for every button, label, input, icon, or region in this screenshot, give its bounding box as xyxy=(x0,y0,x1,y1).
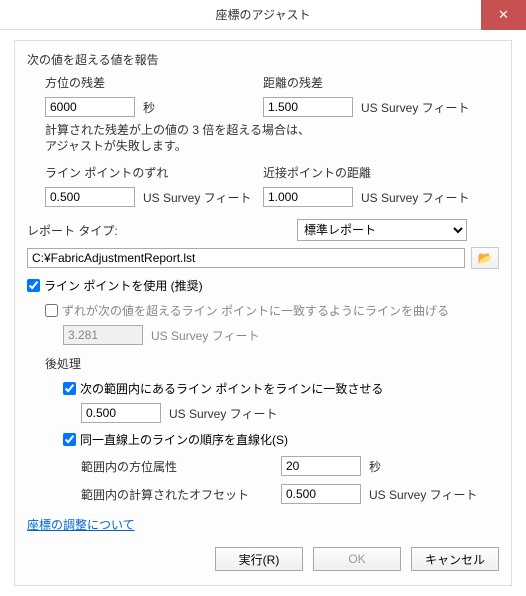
bend-lines-row[interactable]: ずれが次の値を超えるライン ポイントに一致するようにラインを曲げる xyxy=(45,302,499,319)
snap-line-points-row[interactable]: 次の範囲内にあるライン ポイントをラインに一致させる xyxy=(63,380,499,397)
titlebar: 座標のアジャスト ✕ xyxy=(0,0,526,30)
window-title: 座標のアジャスト xyxy=(216,6,311,23)
post-processing-label: 後処理 xyxy=(45,355,499,372)
bearing-residual-label: 方位の残差 xyxy=(45,74,263,91)
cancel-button[interactable]: キャンセル xyxy=(411,547,499,571)
report-type-select[interactable]: 標準レポート xyxy=(297,219,467,241)
about-adjustment-link[interactable]: 座標の調整について xyxy=(27,516,135,533)
residual-note: 計算された残差が上の値の 3 倍を超える場合は、 アジャストが失敗します。 xyxy=(45,123,499,154)
computed-offset-input[interactable] xyxy=(281,484,361,504)
straighten-row[interactable]: 同一直線上のラインの順序を直線化(S) xyxy=(63,431,499,448)
report-type-label: レポート タイプ: xyxy=(27,222,297,239)
snap-line-points-label: 次の範囲内にあるライン ポイントをラインに一致させる xyxy=(80,380,383,397)
bearing-attr-label: 範囲内の方位属性 xyxy=(81,458,281,475)
computed-offset-label: 範囲内の計算されたオフセット xyxy=(81,486,281,503)
straighten-label: 同一直線上のラインの順序を直線化(S) xyxy=(80,431,288,448)
report-values-section-label: 次の値を超える値を報告 xyxy=(27,51,499,68)
line-point-offset-input[interactable] xyxy=(45,187,135,207)
line-point-offset-unit: US Survey フィート xyxy=(143,189,251,206)
snap-line-points-checkbox[interactable] xyxy=(63,382,76,395)
line-point-offset-label: ライン ポイントのずれ xyxy=(45,164,263,181)
use-line-points-row[interactable]: ライン ポイントを使用 (推奨) xyxy=(27,277,499,294)
close-point-distance-input[interactable] xyxy=(263,187,353,207)
button-row: 実行(R) OK キャンセル xyxy=(27,547,499,571)
bearing-residual-unit: 秒 xyxy=(143,99,155,116)
bend-lines-input xyxy=(63,325,143,345)
bearing-attr-input[interactable] xyxy=(281,456,361,476)
close-button[interactable]: ✕ xyxy=(481,0,526,30)
close-icon: ✕ xyxy=(498,7,509,23)
folder-icon: 📂 xyxy=(478,251,493,265)
straighten-checkbox[interactable] xyxy=(63,433,76,446)
close-point-distance-unit: US Survey フィート xyxy=(361,189,469,206)
dialog-content: 次の値を超える値を報告 方位の残差 秒 距離の残差 US Survey フィート… xyxy=(0,30,526,596)
use-line-points-label: ライン ポイントを使用 (推奨) xyxy=(44,277,203,294)
main-panel: 次の値を超える値を報告 方位の残差 秒 距離の残差 US Survey フィート… xyxy=(14,40,512,586)
ok-button: OK xyxy=(313,547,401,571)
browse-button[interactable]: 📂 xyxy=(471,247,499,269)
distance-residual-label: 距離の残差 xyxy=(263,74,499,91)
close-point-distance-label: 近接ポイントの距離 xyxy=(263,164,499,181)
use-line-points-checkbox[interactable] xyxy=(27,279,40,292)
bearing-attr-unit: 秒 xyxy=(369,458,381,475)
snap-line-points-input[interactable] xyxy=(81,403,161,423)
bend-lines-checkbox[interactable] xyxy=(45,304,58,317)
computed-offset-unit: US Survey フィート xyxy=(369,486,477,503)
report-path-input[interactable] xyxy=(27,248,465,268)
bearing-residual-input[interactable] xyxy=(45,97,135,117)
distance-residual-unit: US Survey フィート xyxy=(361,99,469,116)
run-button[interactable]: 実行(R) xyxy=(215,547,303,571)
bend-lines-label: ずれが次の値を超えるライン ポイントに一致するようにラインを曲げる xyxy=(62,302,449,319)
bend-lines-unit: US Survey フィート xyxy=(151,327,259,344)
distance-residual-input[interactable] xyxy=(263,97,353,117)
snap-line-points-unit: US Survey フィート xyxy=(169,405,277,422)
